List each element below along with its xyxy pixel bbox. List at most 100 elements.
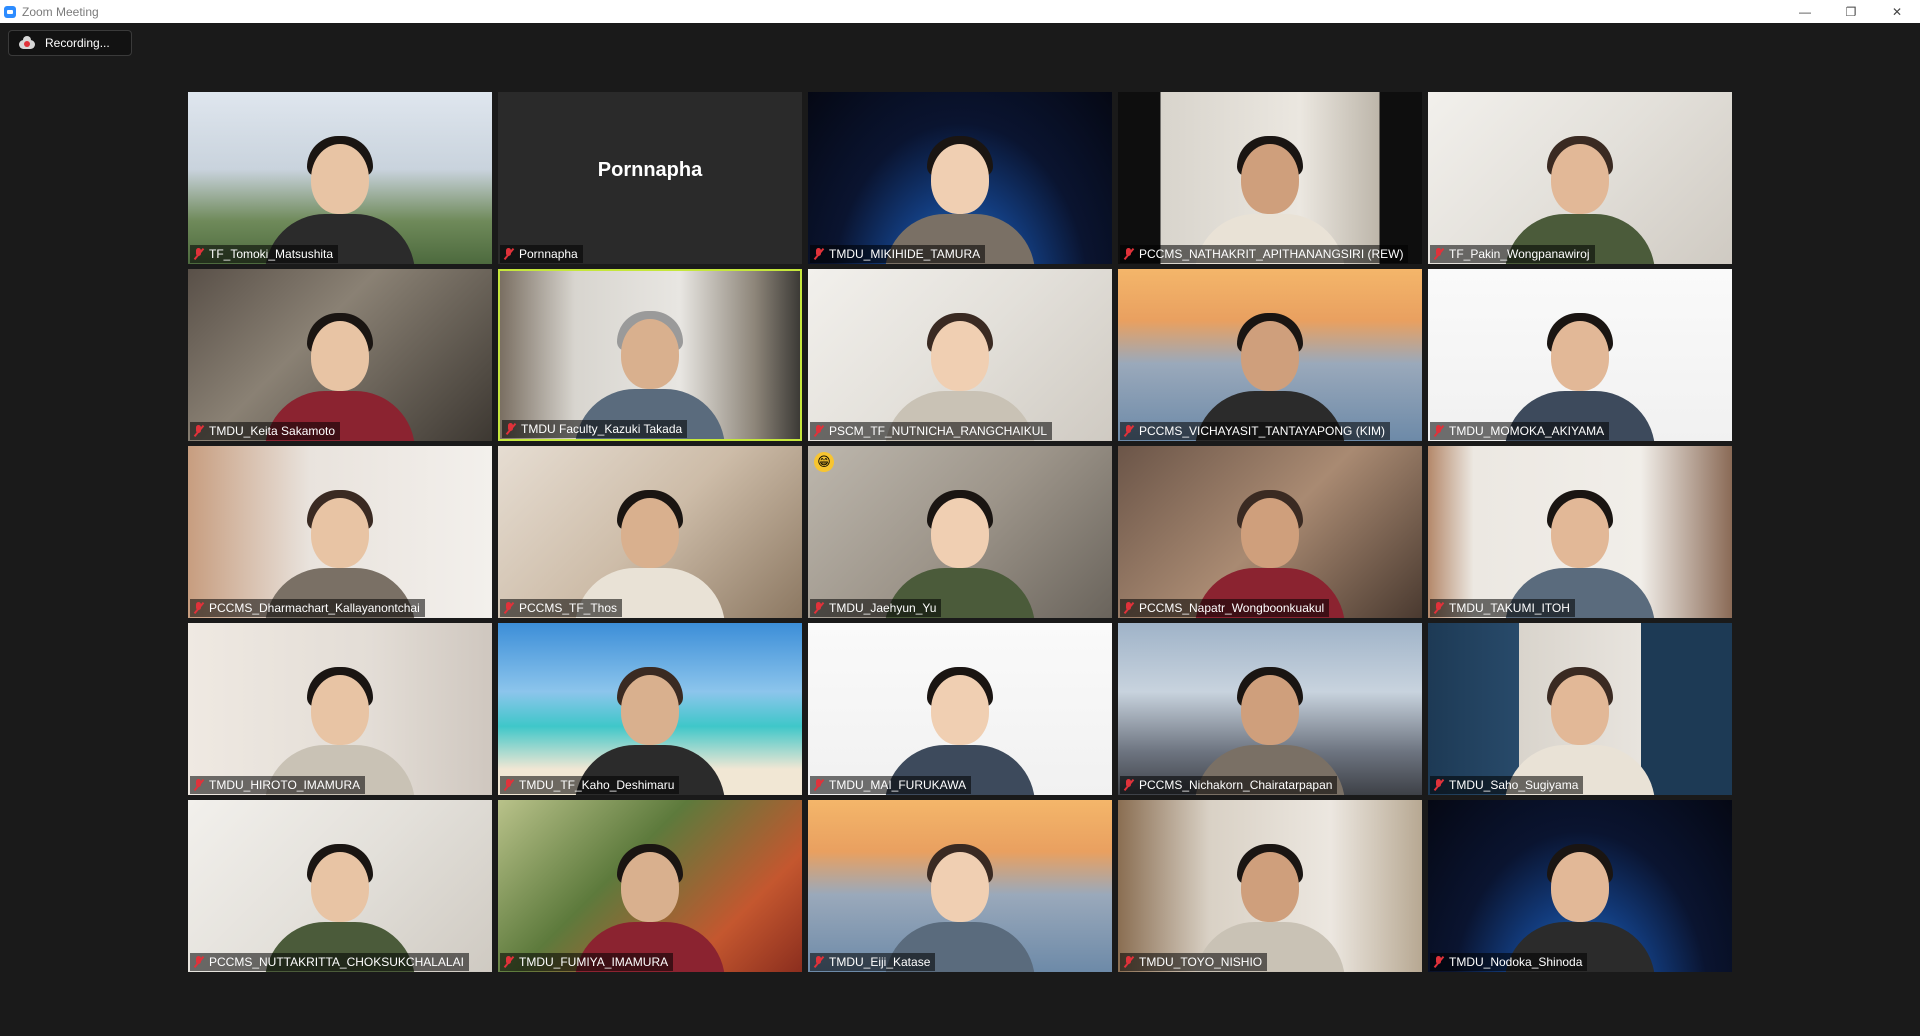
participant-tile-pscm-tf-nutnicha-rangchaikul[interactable]: PSCM_TF_NUTNICHA_RANGCHAIKUL <box>808 269 1112 441</box>
mic-muted-icon <box>813 779 825 791</box>
participant-name: TMDU_MAI_FURUKAWA <box>829 778 967 792</box>
participant-tile-pccms-nuttakritta-choksukchalalai[interactable]: PCCMS_NUTTAKRITTA_CHOKSUKCHALALAI <box>188 800 492 972</box>
zoom-app-icon <box>4 5 16 18</box>
participant-name-plate: TMDU_Eiji_Katase <box>810 953 936 971</box>
participant-name-plate: TMDU_TF_Kaho_Deshimaru <box>500 776 680 794</box>
participant-name: TMDU_Jaehyun_Yu <box>829 601 937 615</box>
mic-muted-icon <box>813 425 825 437</box>
participant-name: PSCM_TF_NUTNICHA_RANGCHAIKUL <box>829 424 1048 438</box>
participant-tile-tmdu-tf-kaho-deshimaru[interactable]: TMDU_TF_Kaho_Deshimaru <box>498 623 802 795</box>
participant-tile-tmdu-takumi-itoh[interactable]: TMDU_TAKUMI_ITOH <box>1428 446 1732 618</box>
participant-tile-tmdu-fumiya-imamura[interactable]: TMDU_FUMIYA_IMAMURA <box>498 800 802 972</box>
participant-name-plate: TMDU_MOMOKA_AKIYAMA <box>1430 422 1610 440</box>
participant-name-plate: TMDU_TAKUMI_ITOH <box>1430 599 1575 617</box>
participant-tile-pccms-tf-thos[interactable]: PCCMS_TF_Thos <box>498 446 802 618</box>
participant-tile-pccms-dharmachart-kallayanontchai[interactable]: PCCMS_Dharmachart_Kallayanontchai <box>188 446 492 618</box>
mic-muted-icon <box>503 956 515 968</box>
participant-name: TMDU_TOYO_NISHIO <box>1139 955 1263 969</box>
participant-tile-pccms-vichayasit-tantayapong-kim[interactable]: PCCMS_VICHAYASIT_TANTAYAPONG (KIM) <box>1118 269 1422 441</box>
participant-name: TMDU_Eiji_Katase <box>829 955 931 969</box>
participant-tile-pccms-nichakorn-chairatarpapan[interactable]: PCCMS_Nichakorn_Chairatarpapan <box>1118 623 1422 795</box>
mic-muted-icon <box>1433 779 1445 791</box>
participant-name-plate: TMDU_HIROTO_IMAMURA <box>190 776 366 794</box>
mic-muted-icon <box>193 425 205 437</box>
participant-name-plate: PCCMS_Napatr_Wongboonkuakul <box>1120 599 1330 617</box>
participant-tile-tmdu-momoka-akiyama[interactable]: TMDU_MOMOKA_AKIYAMA <box>1428 269 1732 441</box>
mic-muted-icon <box>1123 425 1135 437</box>
participant-name: TMDU_MOMOKA_AKIYAMA <box>1449 424 1605 438</box>
participant-tile-tmdu-hiroto-imamura[interactable]: TMDU_HIROTO_IMAMURA <box>188 623 492 795</box>
participant-name: TMDU Faculty_Kazuki Takada <box>521 422 683 436</box>
participant-tile-tmdu-mikihide-tamura[interactable]: TMDU_MIKIHIDE_TAMURA <box>808 92 1112 264</box>
mic-muted-icon <box>1433 425 1445 437</box>
participant-display-name: Pornnapha <box>597 158 703 181</box>
mic-muted-icon <box>1123 779 1135 791</box>
participant-name: TMDU_Nodoka_Shinoda <box>1449 955 1583 969</box>
participant-name: TMDU_Saho_Sugiyama <box>1449 778 1579 792</box>
participant-name: TMDU_MIKIHIDE_TAMURA <box>829 247 981 261</box>
participant-name: PCCMS_Nichakorn_Chairatarpapan <box>1139 778 1333 792</box>
participant-name-plate: TMDU_MIKIHIDE_TAMURA <box>810 245 986 263</box>
participant-name: PCCMS_Dharmachart_Kallayanontchai <box>209 601 420 615</box>
reaction-emoji-icon: 😁 <box>814 452 834 472</box>
recording-indicator[interactable]: Recording... <box>8 30 132 56</box>
participant-tile-tmdu-eiji-katase[interactable]: TMDU_Eiji_Katase <box>808 800 1112 972</box>
participant-tile-tmdu-jaehyun-yu[interactable]: 😁 TMDU_Jaehyun_Yu <box>808 446 1112 618</box>
mic-muted-icon <box>503 602 515 614</box>
participant-name-plate: PCCMS_NATHAKRIT_APITHANANGSIRI (REW) <box>1120 245 1409 263</box>
participant-name-plate: TMDU_Keita Sakamoto <box>190 422 341 440</box>
mic-muted-icon <box>1123 956 1135 968</box>
mic-muted-icon <box>193 779 205 791</box>
participant-name-plate: TMDU Faculty_Kazuki Takada <box>502 420 688 438</box>
participant-tile-tmdu-toyo-nishio[interactable]: TMDU_TOYO_NISHIO <box>1118 800 1422 972</box>
participant-name: TMDU_TF_Kaho_Deshimaru <box>519 778 675 792</box>
minimize-icon[interactable]: — <box>1782 0 1828 23</box>
participant-name-plate: PCCMS_NUTTAKRITTA_CHOKSUKCHALALAI <box>190 953 469 971</box>
mic-muted-icon <box>1433 602 1445 614</box>
participant-tile-tmdu-nodoka-shinoda[interactable]: TMDU_Nodoka_Shinoda <box>1428 800 1732 972</box>
mic-muted-icon <box>193 602 205 614</box>
participant-tile-tmdu-mai-furukawa[interactable]: TMDU_MAI_FURUKAWA <box>808 623 1112 795</box>
restore-icon[interactable]: ❐ <box>1828 0 1874 23</box>
participant-name-plate: PSCM_TF_NUTNICHA_RANGCHAIKUL <box>810 422 1053 440</box>
participant-name-plate: PCCMS_Dharmachart_Kallayanontchai <box>190 599 425 617</box>
participant-tile-tf-tomoki-matsushita[interactable]: TF_Tomoki_Matsushita <box>188 92 492 264</box>
recording-label: Recording... <box>45 36 110 50</box>
close-icon[interactable]: ✕ <box>1874 0 1920 23</box>
title-bar: Zoom Meeting — ❐ ✕ <box>0 0 1920 23</box>
gallery-view-grid: TF_Tomoki_Matsushita Pornnapha Pornnapha TM… <box>188 92 1736 972</box>
cloud-recording-icon <box>19 36 35 49</box>
participant-tile-tmdu-keita-sakamoto[interactable]: TMDU_Keita Sakamoto <box>188 269 492 441</box>
participant-name: TF_Pakin_Wongpanawiroj <box>1449 247 1590 261</box>
participant-name-plate: TF_Tomoki_Matsushita <box>190 245 339 263</box>
participant-tile-tf-pakin-wongpanawiroj[interactable]: TF_Pakin_Wongpanawiroj <box>1428 92 1732 264</box>
mic-muted-icon <box>503 248 515 260</box>
participant-name: TMDU_TAKUMI_ITOH <box>1449 601 1570 615</box>
participant-name: TMDU_HIROTO_IMAMURA <box>209 778 361 792</box>
participant-name-plate: PCCMS_Nichakorn_Chairatarpapan <box>1120 776 1338 794</box>
participant-name-plate: TMDU_Nodoka_Shinoda <box>1430 953 1588 971</box>
participant-name-plate: TMDU_FUMIYA_IMAMURA <box>500 953 674 971</box>
mic-muted-icon <box>505 423 517 435</box>
participant-name-plate: PCCMS_VICHAYASIT_TANTAYAPONG (KIM) <box>1120 422 1391 440</box>
mic-muted-icon <box>1433 956 1445 968</box>
participant-name: TMDU_Keita Sakamoto <box>209 424 336 438</box>
mic-muted-icon <box>813 248 825 260</box>
mic-muted-icon <box>813 602 825 614</box>
participant-tile-pornnapha[interactable]: Pornnapha Pornnapha <box>498 92 802 264</box>
participant-name-plate: TMDU_MAI_FURUKAWA <box>810 776 972 794</box>
participant-tile-tmdu-saho-sugiyama[interactable]: TMDU_Saho_Sugiyama <box>1428 623 1732 795</box>
participant-name-plate: TMDU_Saho_Sugiyama <box>1430 776 1584 794</box>
participant-tile-pccms-napatr-wongboonkuakul[interactable]: PCCMS_Napatr_Wongboonkuakul <box>1118 446 1422 618</box>
participant-name-plate: Pornnapha <box>500 245 583 263</box>
participant-name-plate: PCCMS_TF_Thos <box>500 599 623 617</box>
participant-name-plate: TMDU_TOYO_NISHIO <box>1120 953 1268 971</box>
participant-tile-tmdu-faculty-kazuki-takada[interactable]: TMDU Faculty_Kazuki Takada <box>498 269 802 441</box>
mic-muted-icon <box>813 956 825 968</box>
window-title: Zoom Meeting <box>22 4 99 19</box>
participant-name: PCCMS_TF_Thos <box>519 601 618 615</box>
participant-name: PCCMS_VICHAYASIT_TANTAYAPONG (KIM) <box>1139 424 1386 438</box>
participant-name-plate: TF_Pakin_Wongpanawiroj <box>1430 245 1595 263</box>
participant-name: Pornnapha <box>519 247 578 261</box>
participant-tile-pccms-nathakrit-apithanangsiri-rew[interactable]: PCCMS_NATHAKRIT_APITHANANGSIRI (REW) <box>1118 92 1422 264</box>
